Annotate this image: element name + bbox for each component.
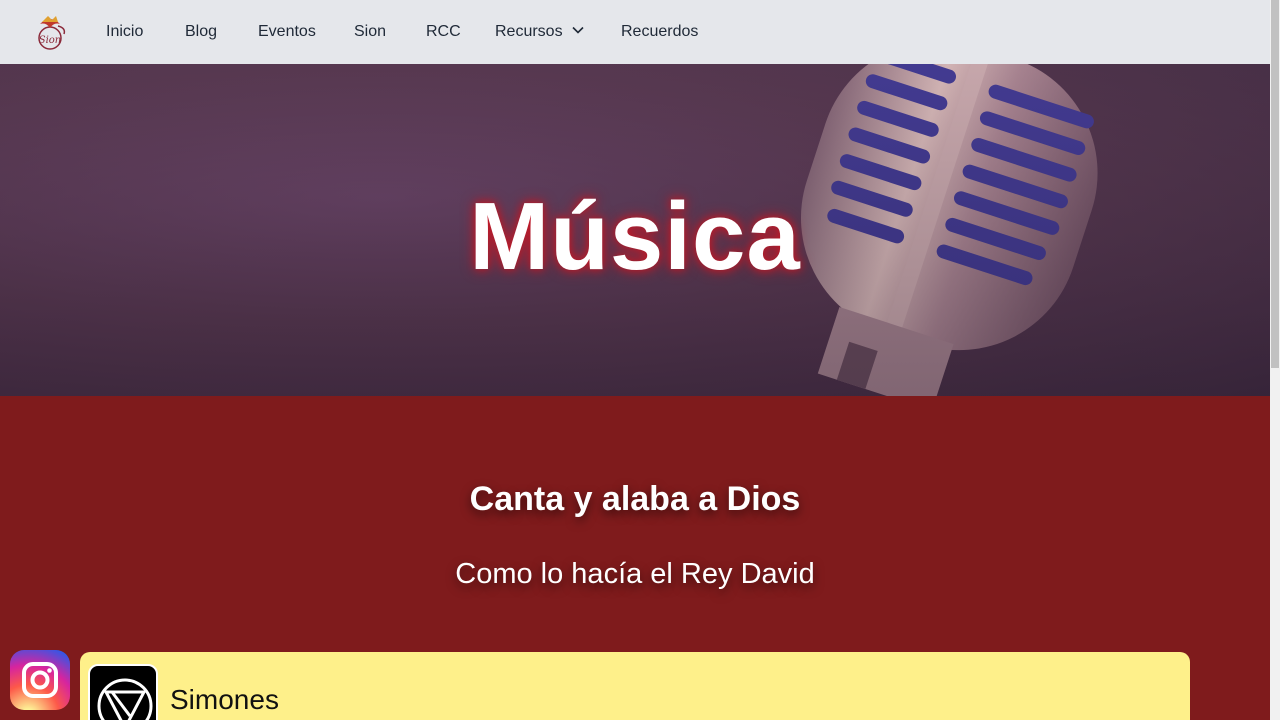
hero-banner: Música — [0, 64, 1270, 396]
svg-text:Sion: Sion — [39, 35, 62, 46]
nav-item-blog[interactable]: Blog — [185, 0, 217, 64]
nav-item-recuerdos[interactable]: Recuerdos — [621, 0, 698, 64]
nav-item-inicio[interactable]: Inicio — [106, 0, 143, 64]
nav-item-recursos-label: Recursos — [495, 23, 563, 40]
nav-item-rcc[interactable]: RCC — [426, 0, 461, 64]
simones-logo-icon — [88, 664, 158, 720]
card-title: Simones — [170, 684, 279, 715]
instagram-icon[interactable] — [10, 650, 70, 710]
chevron-down-icon — [572, 27, 584, 34]
nav-item-sion[interactable]: Sion — [354, 0, 386, 64]
nav-item-recursos[interactable]: Recursos — [495, 0, 585, 64]
scrollbar-thumb[interactable] — [1271, 0, 1279, 368]
section-heading: Canta y alaba a Dios — [469, 480, 801, 518]
section-subheading: Como lo hacía el Rey David — [455, 558, 815, 590]
logo-icon[interactable]: Sion — [30, 12, 70, 52]
top-navbar: Sion Inicio Blog Eventos Sion RCC Recurs… — [0, 0, 1270, 64]
page-title: Música — [469, 183, 801, 290]
nav-item-eventos[interactable]: Eventos — [258, 0, 316, 64]
